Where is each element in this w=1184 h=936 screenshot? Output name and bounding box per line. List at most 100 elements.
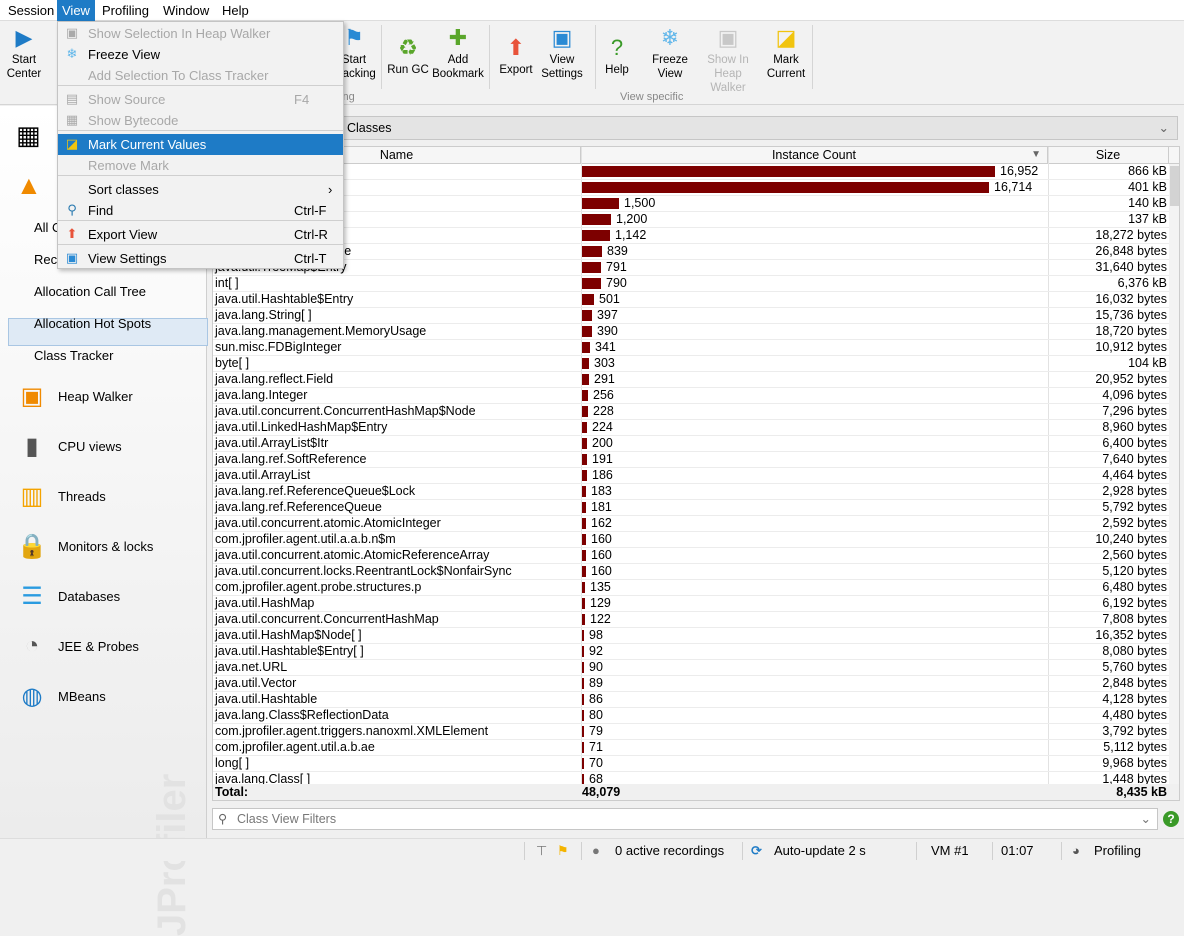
menu-item-mark-current-values[interactable]: ◪ Mark Current Values — [58, 134, 343, 155]
table-row[interactable]: java.util.HashMap 129 6,192 bytes — [213, 596, 1169, 612]
menu-item-sort-classes[interactable]: Sort classes › — [58, 179, 343, 200]
live-memory-icon[interactable]: ▦ — [16, 120, 41, 151]
table-row[interactable]: com.jprofiler.agent.util.a.a.b.n$m 160 10,… — [213, 532, 1169, 548]
instance-count: 191 — [592, 452, 613, 466]
menu-item-show-source[interactable]: ▤ Show Source F4 — [58, 89, 343, 110]
menu-help[interactable]: Help — [217, 0, 254, 21]
sidebar-section-mbeans[interactable]: ◍ MBeans — [16, 680, 106, 712]
menu-item-add-selection-to-class-tracker[interactable]: Add Selection To Class Tracker — [58, 65, 343, 86]
size: 26,848 bytes — [1095, 244, 1167, 258]
sidebar-section-threads[interactable]: ▥ Threads — [16, 480, 106, 512]
table-row[interactable]: long[ ] 70 9,968 bytes — [213, 756, 1169, 772]
menu-item-show-selection-in-heap-walker[interactable]: ▣ Show Selection In Heap Walker — [58, 23, 343, 44]
pin-icon[interactable]: ⊤ — [536, 839, 547, 862]
table-row[interactable]: java.util.ArrayList$Itr 200 6,400 bytes — [213, 436, 1169, 452]
table-row[interactable]: java.lang.management.MemoryUsage 390 18,72… — [213, 324, 1169, 340]
table-row[interactable]: 16,952 866 kB — [213, 164, 1169, 180]
menu-session[interactable]: Session — [3, 0, 59, 21]
table-row[interactable]: java.util.HashMap$Node83926,848 bytes — [213, 244, 1169, 260]
table-row[interactable]: java.util.concurrent.atomic.AtomicRefere… — [213, 548, 1169, 564]
toolbar-button-add-bookmark[interactable]: ✚ Add Bookmark — [430, 25, 486, 81]
table-row[interactable]: sun.misc.FDBigInteger 341 10,912 bytes — [213, 340, 1169, 356]
refresh-icon[interactable]: ⟳ — [751, 839, 762, 862]
memory-blocks-icon[interactable]: ▲ — [16, 170, 42, 201]
table-row[interactable]: byte[ ] 303 104 kB — [213, 356, 1169, 372]
table-row[interactable]: java.lang.ref.ReferenceQueue$Lock 183 2,92… — [213, 484, 1169, 500]
table-row[interactable]: java.util.concurrent.locks.ReentrantLock… — [213, 564, 1169, 580]
toolbar-button-view-settings[interactable]: ▣ View Settings — [534, 25, 590, 81]
table-row[interactable]: java.util.concurrent.atomic.AtomicIntege… — [213, 516, 1169, 532]
scrollbar-thumb[interactable] — [1170, 166, 1179, 206]
table-row[interactable]: 1,200 137 kB — [213, 212, 1169, 228]
sidebar-section-monitors-locks[interactable]: 🔒 Monitors & locks — [16, 530, 153, 562]
size: 5,120 bytes — [1102, 564, 1167, 578]
instance-count: 16,714 — [994, 180, 1033, 194]
table-row[interactable]: com.jprofiler.agent.probe.structures.p 13… — [213, 580, 1169, 596]
toolbar-button-start-center[interactable]: ▶ Start Center — [0, 25, 52, 81]
column-header-instance-count[interactable]: Instance Count ▼ — [581, 147, 1048, 164]
sidebar-item-allocation-hot-spots[interactable]: Allocation Hot Spots — [34, 316, 151, 331]
table-row[interactable]: java.lang.String[ ] 397 15,736 bytes — [213, 308, 1169, 324]
table-row[interactable]: 1,500 140 kB — [213, 196, 1169, 212]
table-row[interactable]: java.util.ArrayList 186 4,464 bytes — [213, 468, 1169, 484]
table-row[interactable]: com.jprofiler.agent.triggers.nanoxml.XML… — [213, 724, 1169, 740]
export-icon: ⬆ — [506, 35, 526, 60]
table-row[interactable]: java.lang.Integer 256 4,096 bytes — [213, 388, 1169, 404]
sort-descending-icon: ▼ — [1031, 149, 1041, 160]
table-row[interactable]: java.util.Hashtable$Entry[ ] 92 8,080 byte… — [213, 644, 1169, 660]
column-label: Instance Count — [771, 148, 857, 162]
instance-count-bar — [582, 726, 584, 737]
size: 18,272 bytes — [1095, 228, 1167, 242]
table-row[interactable]: java.lang.Class$ReflectionData 80 4,480 by… — [213, 708, 1169, 724]
sidebar-section-heap-walker[interactable]: ▣ Heap Walker — [16, 380, 133, 412]
vertical-scrollbar[interactable] — [1169, 164, 1179, 784]
toolbar-button-mark-current[interactable]: ◪ Mark Current — [758, 25, 814, 81]
size: 15,736 bytes — [1095, 308, 1167, 322]
menu-view[interactable]: View — [57, 0, 95, 21]
toolbar-button-help[interactable]: ? Help — [589, 25, 645, 77]
table-row[interactable]: java.lang.reflect.Field 291 20,952 bytes — [213, 372, 1169, 388]
table-row[interactable]: java.util.Vector 89 2,848 bytes — [213, 676, 1169, 692]
table-row[interactable]: com.jprofiler.agent.util.a.b.ae 71 5,112 b… — [213, 740, 1169, 756]
auto-update[interactable]: Auto-update 2 s — [774, 839, 866, 862]
menu-item-find[interactable]: ⚲ Find Ctrl-F — [58, 200, 343, 221]
table-row[interactable]: java.util.LinkedHashMap$Entry 224 8,960 by… — [213, 420, 1169, 436]
sidebar-item-allocation-call-tree[interactable]: Allocation Call Tree — [34, 284, 146, 299]
sidebar-section-jee-probes[interactable]: ◔ JEE & Probes — [16, 630, 139, 662]
table-row[interactable]: java.util.concurrent.ConcurrentHashMap$N… — [213, 404, 1169, 420]
table-row[interactable]: java.lang.Class[ ] 68 1,448 bytes — [213, 772, 1169, 784]
menu-item-remove-mark[interactable]: Remove Mark — [58, 155, 343, 176]
table-row[interactable]: java.util.Hashtable$Entry 501 16,032 bytes — [213, 292, 1169, 308]
table-row[interactable]: java.util.HashMap$Node[ ] 98 16,352 bytes — [213, 628, 1169, 644]
flag-icon[interactable]: ⚑ — [557, 839, 569, 862]
table-row[interactable]: 1,142 18,272 bytes — [213, 228, 1169, 244]
sidebar-section-cpu-views[interactable]: ▮ CPU views — [16, 430, 121, 462]
table-row[interactable]: java.util.Hashtable 86 4,128 bytes — [213, 692, 1169, 708]
table-row[interactable]: java.util.TreeMap$Entry79131,640 bytes — [213, 260, 1169, 276]
menu-item-export-view[interactable]: ⬆ Export View Ctrl-R — [58, 224, 343, 245]
class-view-filter-input[interactable]: ⚲ Class View Filters ⌄ — [212, 808, 1158, 830]
help-icon[interactable]: ? — [1163, 811, 1179, 827]
sidebar-section-databases[interactable]: ☰ Databases — [16, 580, 120, 612]
table-row[interactable]: java.util.concurrent.ConcurrentHashMap 12… — [213, 612, 1169, 628]
menu-profiling[interactable]: Profiling — [97, 0, 154, 21]
toolbar-button-show-in-heap-walker[interactable]: ▣ Show In Heap Walker — [700, 25, 756, 95]
table-row[interactable]: int[ ] 790 6,376 kB — [213, 276, 1169, 292]
table-row[interactable]: java.net.URL 90 5,760 bytes — [213, 660, 1169, 676]
toolbar-button-run-gc[interactable]: ♻ Run GC — [380, 25, 436, 77]
table-row[interactable]: 16,714 401 kB — [213, 180, 1169, 196]
menu-window[interactable]: Window — [158, 0, 214, 21]
table-row[interactable]: java.lang.ref.SoftReference 191 7,640 byte… — [213, 452, 1169, 468]
instance-count: 70 — [589, 756, 603, 770]
table-row[interactable]: java.lang.ref.ReferenceQueue 181 5,792 byt… — [213, 500, 1169, 516]
menu-item-view-settings[interactable]: ▣ View Settings Ctrl-T — [58, 248, 343, 269]
sidebar-item-class-tracker[interactable]: Class Tracker — [34, 348, 113, 363]
column-header-size[interactable]: Size — [1048, 147, 1169, 164]
active-recordings[interactable]: 0 active recordings — [615, 839, 724, 862]
chevron-down-icon[interactable]: ⌄ — [1141, 809, 1151, 829]
toolbar-button-freeze-view[interactable]: ❄ Freeze View — [642, 25, 698, 81]
menu-item-show-bytecode[interactable]: ▦ Show Bytecode — [58, 110, 343, 131]
aggregation-level-select[interactable]: Classes ⌄ — [212, 116, 1178, 140]
menu-item-freeze-view[interactable]: ❄ Freeze View — [58, 44, 343, 65]
sticky-note-icon: ◪ — [65, 136, 79, 151]
